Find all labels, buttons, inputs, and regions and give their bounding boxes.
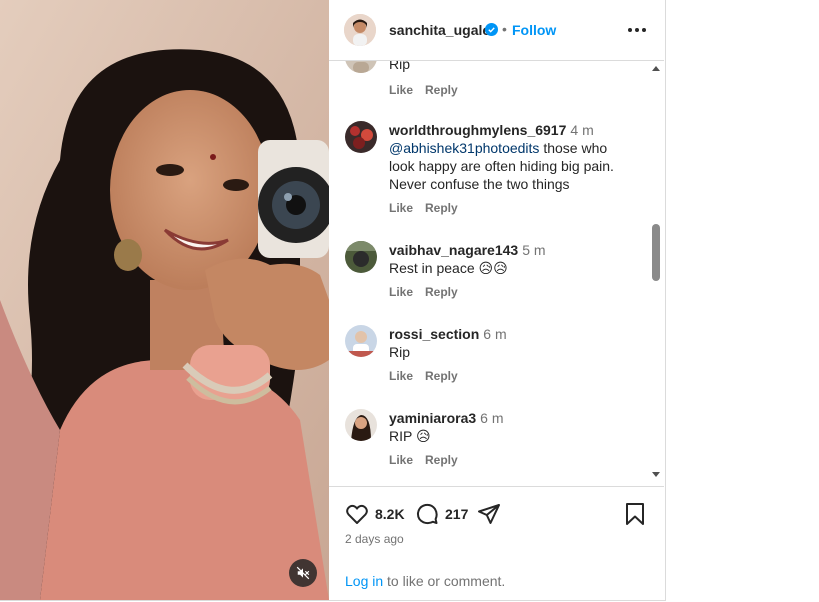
save-button[interactable] xyxy=(624,502,646,526)
comment-body: vaibhav_nagare143 5 m Rest in peace 😥😥 xyxy=(389,241,629,277)
post-media[interactable] xyxy=(0,0,329,600)
login-prompt-text: to like or comment. xyxy=(383,573,506,589)
reply-button[interactable]: Reply xyxy=(425,369,458,383)
muted-speaker-icon xyxy=(296,566,310,580)
more-options-icon[interactable] xyxy=(625,20,649,40)
comment-body: worldthroughmylens_6917 4 m @abhishek31ph… xyxy=(389,121,629,193)
like-comment-button[interactable]: Like xyxy=(389,201,413,215)
comment-time[interactable]: 6 m xyxy=(483,326,506,342)
avatar[interactable] xyxy=(344,14,376,46)
comment-text: Rip xyxy=(389,61,411,72)
comment-actions: Like Reply xyxy=(389,285,470,299)
comment-avatar[interactable] xyxy=(345,121,377,153)
verified-badge-icon xyxy=(485,23,498,36)
comment-avatar[interactable] xyxy=(345,409,377,441)
reply-button[interactable]: Reply xyxy=(425,201,458,215)
login-prompt: Log in to like or comment. xyxy=(345,573,505,589)
login-link[interactable]: Log in xyxy=(345,573,383,589)
like-comment-button[interactable]: Like xyxy=(389,369,413,383)
comment-button[interactable]: 217 xyxy=(415,502,468,526)
comment-username[interactable]: worldthroughmylens_6917 xyxy=(389,122,566,138)
post-header: sanchita_ugale • Follow xyxy=(329,0,664,61)
mute-button[interactable] xyxy=(289,559,317,587)
comment-body: rossi_section 6 m Rip xyxy=(389,325,629,361)
like-comment-button[interactable]: Like xyxy=(389,453,413,467)
reply-button[interactable]: Reply xyxy=(425,285,458,299)
post-side-panel: sanchita_ugale • Follow Rip Like Reply w… xyxy=(329,0,664,600)
comment-username[interactable]: vaibhav_nagare143 xyxy=(389,242,518,258)
separator-dot: • xyxy=(502,21,507,37)
comment-time[interactable]: 4 m xyxy=(570,122,593,138)
post-actions-bar: 8.2K 217 2 days ago Log in to like or co… xyxy=(329,486,664,601)
comment-avatar[interactable] xyxy=(345,61,377,73)
comment-body: yaminiarora3 6 m RIP 😥 xyxy=(389,409,629,445)
comment-text: Rip xyxy=(389,344,411,360)
comment-avatar[interactable] xyxy=(345,241,377,273)
share-send-icon xyxy=(478,504,500,524)
comment-text: RIP 😥 xyxy=(389,428,431,444)
like-comment-button[interactable]: Like xyxy=(389,285,413,299)
scrollbar-thumb[interactable] xyxy=(652,224,660,281)
follow-button[interactable]: Follow xyxy=(512,22,556,38)
comment-actions: Like Reply xyxy=(389,201,470,215)
comment-time[interactable]: 5 m xyxy=(522,242,545,258)
comment-bubble-icon xyxy=(416,503,438,525)
comment-time[interactable]: 6 m xyxy=(480,410,503,426)
likes-count[interactable]: 8.2K xyxy=(375,506,405,522)
post-dialog: sanchita_ugale • Follow Rip Like Reply w… xyxy=(0,0,666,601)
comment-actions: Like Reply xyxy=(389,369,470,383)
like-button[interactable]: 8.2K xyxy=(345,502,405,526)
like-comment-button[interactable]: Like xyxy=(389,83,413,97)
comments-list[interactable]: Rip Like Reply worldthroughmylens_6917 4 m… xyxy=(329,61,664,485)
post-username[interactable]: sanchita_ugale xyxy=(389,22,490,38)
heart-icon xyxy=(346,504,368,524)
comment-actions: Like Reply xyxy=(389,83,470,97)
comment-actions: Like Reply xyxy=(389,453,470,467)
comment-mention[interactable]: @abhishek31photoedits xyxy=(389,140,539,156)
post-photo xyxy=(0,0,329,600)
bookmark-icon xyxy=(626,503,644,525)
scroll-up-arrow[interactable] xyxy=(652,66,660,71)
comment-username[interactable]: yaminiarora3 xyxy=(389,410,476,426)
scroll-down-arrow[interactable] xyxy=(652,472,660,477)
comment-avatar[interactable] xyxy=(345,325,377,357)
comments-count[interactable]: 217 xyxy=(445,506,468,522)
post-time[interactable]: 2 days ago xyxy=(345,532,404,546)
reply-button[interactable]: Reply xyxy=(425,83,458,97)
comment-text: Rest in peace 😥😥 xyxy=(389,260,508,276)
comment-username[interactable]: rossi_section xyxy=(389,326,479,342)
share-button[interactable] xyxy=(477,502,501,526)
reply-button[interactable]: Reply xyxy=(425,453,458,467)
